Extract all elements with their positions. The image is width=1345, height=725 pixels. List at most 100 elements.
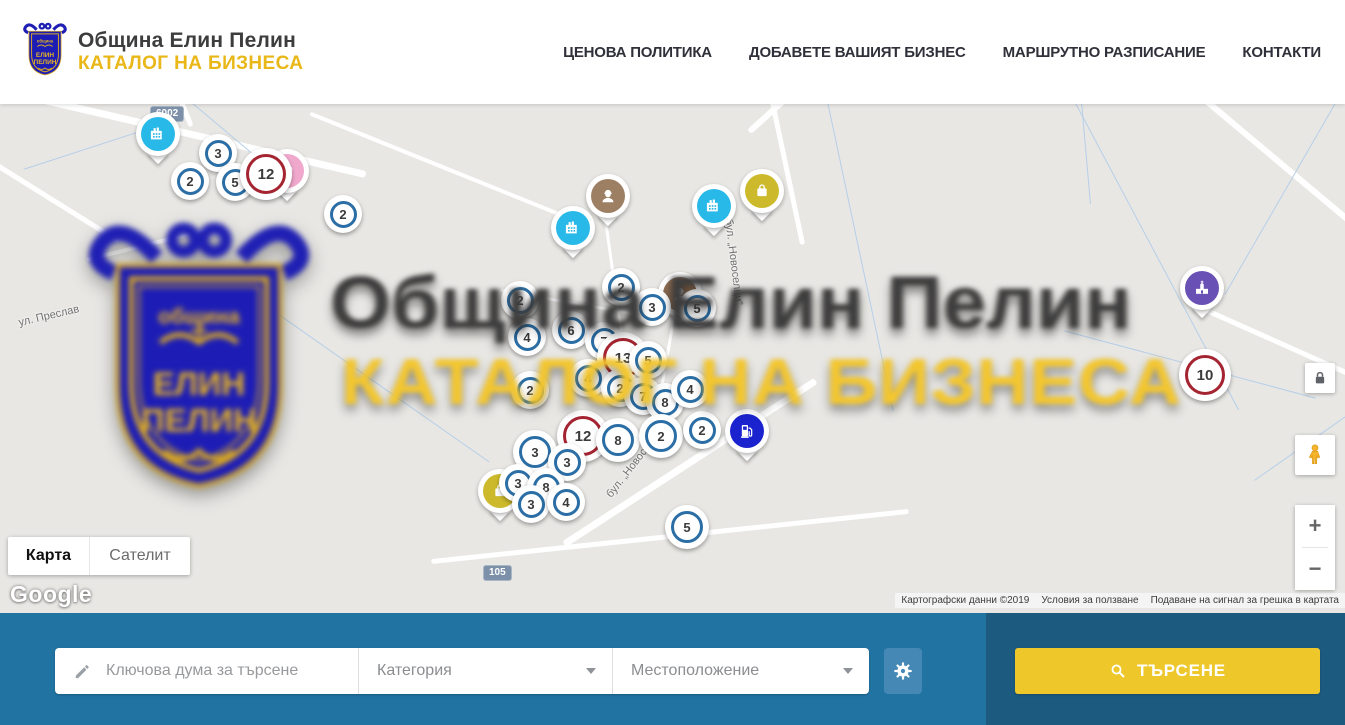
svg-text:община: община — [158, 304, 240, 328]
boundary-line — [210, 267, 489, 463]
cluster-count: 5 — [644, 353, 651, 368]
cluster-ring: 2 — [689, 417, 716, 444]
pin-disc — [551, 206, 595, 250]
cluster-marker[interactable]: 2 — [171, 162, 209, 200]
attribution-terms-link[interactable]: Условия за ползване — [1035, 595, 1144, 606]
chevron-down-icon — [586, 668, 596, 674]
cluster-count: 5 — [231, 175, 238, 190]
cluster-marker[interactable]: 3 — [633, 288, 671, 326]
cluster-ring: 10 — [1185, 355, 1225, 395]
pin-disc — [1180, 266, 1224, 310]
cluster-count: 12 — [258, 166, 275, 183]
cluster-ring: 4 — [575, 365, 602, 392]
map-canvas[interactable]: 6002105ул. Преславбул. „Новоселци“бул. „… — [0, 104, 1345, 613]
road-line — [747, 104, 833, 134]
pin-disc — [586, 174, 630, 218]
category-select[interactable]: Категория — [358, 648, 612, 694]
nav-pricing[interactable]: ЦЕНОВА ПОЛИТИКА — [563, 44, 712, 61]
cluster-ring: 8 — [602, 424, 634, 456]
google-logo[interactable]: Google — [10, 581, 92, 608]
cluster-marker[interactable]: 4 — [547, 483, 585, 521]
cluster-count: 2 — [657, 429, 664, 444]
nav-contacts[interactable]: КОНТАКТИ — [1242, 44, 1321, 61]
fuel-pin-marker[interactable] — [725, 431, 769, 475]
factory-pin-marker[interactable] — [551, 228, 595, 272]
location-select[interactable]: Местоположение — [612, 648, 869, 694]
municipality-logo[interactable]: община ЕЛИН ПЕЛИН — [22, 20, 68, 80]
category-select-value: Категория — [377, 662, 452, 680]
road-line — [1172, 104, 1345, 263]
cluster-ring: 3 — [639, 294, 666, 321]
cluster-ring: 2 — [517, 377, 544, 404]
shopping-bag-icon — [745, 174, 779, 208]
search-input-group: Категория Местоположение — [55, 648, 869, 694]
cluster-ring: 3 — [518, 491, 545, 518]
map-type-satellite-button[interactable]: Сателит — [90, 537, 190, 575]
cluster-marker[interactable]: 5 — [678, 289, 716, 327]
nav-add-business[interactable]: ДОБАВЕТЕ ВАШИЯТ БИЗНЕС — [749, 44, 966, 61]
worker-icon — [591, 179, 625, 213]
cluster-count: 12 — [575, 428, 592, 445]
cluster-ring: 2 — [330, 201, 357, 228]
cluster-marker[interactable]: 12 — [240, 148, 292, 200]
cluster-count: 4 — [584, 371, 591, 386]
nav-route-schedule[interactable]: МАРШРУТНО РАЗПИСАНИЕ — [1003, 44, 1206, 61]
cluster-marker[interactable]: 10 — [1179, 349, 1231, 401]
site-header: община ЕЛИН ПЕЛИН Община Елин Пелин КАТА… — [0, 0, 1345, 104]
cluster-marker[interactable]: 3 — [512, 485, 550, 523]
cluster-ring: 3 — [519, 436, 551, 468]
cluster-count: 2 — [516, 293, 523, 308]
keyword-search-input[interactable] — [106, 662, 346, 680]
cluster-marker[interactable]: 8 — [596, 418, 640, 462]
factory-pin-marker[interactable] — [692, 206, 736, 250]
brand-text[interactable]: Община Елин Пелин КАТАЛОГ НА БИЗНЕСА — [78, 28, 303, 76]
lock-control-button[interactable] — [1305, 363, 1335, 393]
cluster-count: 3 — [214, 146, 221, 161]
cluster-count: 2 — [617, 280, 624, 295]
search-button-label: ТЪРСЕНЕ — [1137, 661, 1226, 681]
search-icon — [1109, 662, 1127, 680]
street-view-pegman[interactable] — [1295, 435, 1335, 475]
location-select-value: Местоположение — [631, 662, 759, 680]
svg-text:ЕЛИН: ЕЛИН — [153, 365, 245, 402]
zoom-out-button[interactable]: − — [1295, 548, 1335, 590]
attribution-report-link[interactable]: Подаване на сигнал за грешка в картата — [1145, 595, 1345, 606]
search-button[interactable]: ТЪРСЕНЕ — [1015, 648, 1320, 694]
cluster-count: 4 — [562, 495, 569, 510]
cluster-marker[interactable]: 4 — [671, 370, 709, 408]
cluster-ring: 4 — [514, 324, 541, 351]
cluster-ring: 12 — [246, 154, 286, 194]
chevron-down-icon — [843, 668, 853, 674]
cluster-marker[interactable]: 2 — [501, 281, 539, 319]
cluster-marker[interactable]: 2 — [511, 371, 549, 409]
cluster-ring: 5 — [635, 347, 662, 374]
cluster-marker[interactable]: 2 — [683, 411, 721, 449]
search-bar: Категория Местоположение ТЪРСЕНЕ — [0, 613, 1345, 725]
pencil-icon — [73, 662, 92, 681]
cluster-ring: 5 — [684, 295, 711, 322]
cluster-count: 3 — [527, 497, 534, 512]
cluster-marker[interactable]: 5 — [665, 505, 709, 549]
church-pin-marker[interactable] — [1180, 288, 1224, 332]
cluster-ring: 2 — [645, 420, 677, 452]
pin-disc — [692, 184, 736, 228]
cluster-marker[interactable]: 5 — [629, 341, 667, 379]
pin-disc — [136, 112, 180, 156]
cluster-count: 3 — [531, 445, 538, 460]
svg-text:ПЕЛИН: ПЕЛИН — [141, 402, 257, 439]
cluster-marker[interactable]: 2 — [324, 195, 362, 233]
boundary-line — [1069, 104, 1091, 204]
cluster-marker[interactable]: 2 — [639, 414, 683, 458]
cluster-ring: 4 — [677, 376, 704, 403]
advanced-settings-button[interactable] — [884, 648, 922, 694]
map-type-map-button[interactable]: Карта — [8, 537, 90, 575]
road-line — [0, 160, 120, 244]
zoom-in-button[interactable]: + — [1295, 505, 1335, 547]
keyword-segment[interactable] — [55, 648, 358, 694]
shopping-bag-pin-marker[interactable] — [740, 191, 784, 235]
road-number-badge: 105 — [483, 565, 512, 581]
cluster-marker[interactable]: 4 — [508, 318, 546, 356]
cluster-ring: 5 — [671, 511, 703, 543]
cluster-count: 4 — [686, 382, 693, 397]
pegman-icon — [1302, 442, 1328, 468]
